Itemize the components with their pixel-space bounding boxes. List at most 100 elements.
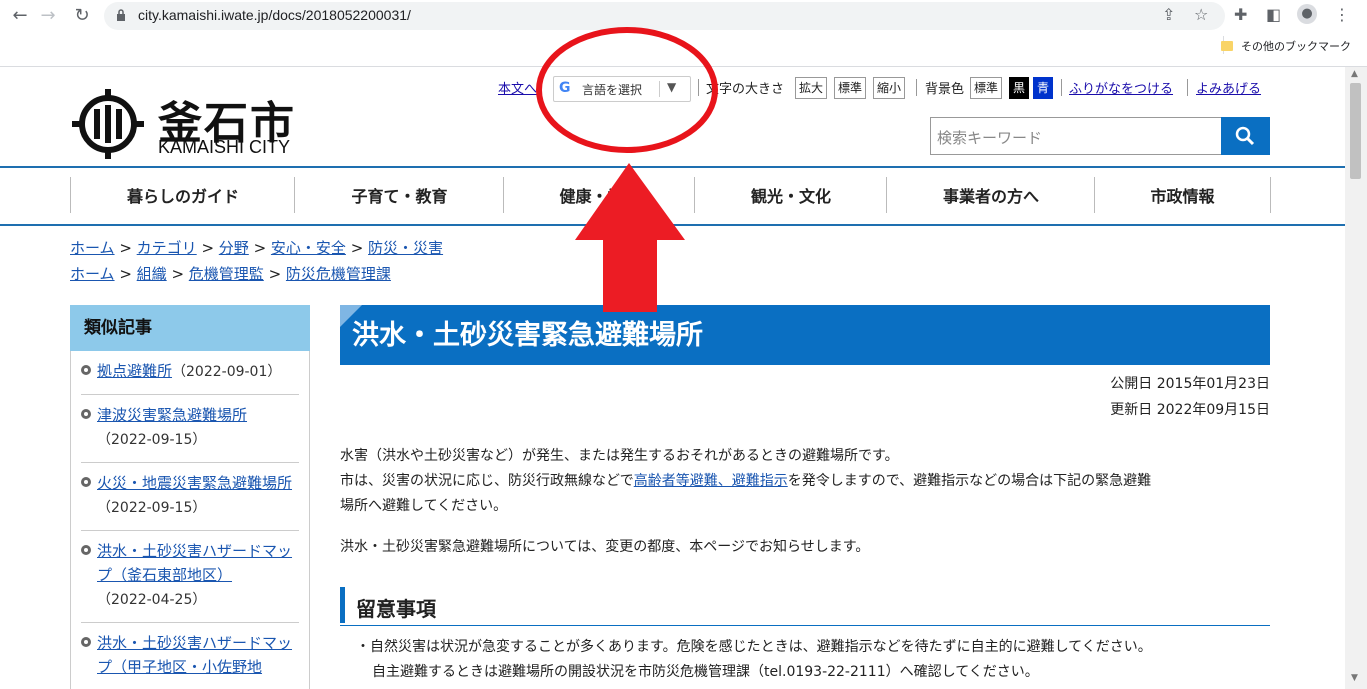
breadcrumb: ホーム > カテゴリ > 分野 > 安心・安全 > 防災・災害 bbox=[70, 239, 444, 257]
city-emblem-icon bbox=[72, 89, 144, 159]
published-date: 公開日 2015年01月23日 bbox=[1110, 376, 1270, 392]
bg-standard-button[interactable]: 標準 bbox=[970, 77, 1003, 99]
sidebar-title: 類似記事 bbox=[70, 305, 310, 351]
util-separator bbox=[1061, 79, 1062, 96]
bg-color-label: 背景色 bbox=[925, 82, 965, 97]
bookmark-other-label: その他のブックマーク bbox=[1241, 41, 1351, 53]
dropdown-arrow-icon: ▼ bbox=[667, 80, 677, 94]
list-item: 津波災害緊急避難場所 （2022-09-15） bbox=[81, 395, 299, 463]
font-standard-button[interactable]: 標準 bbox=[834, 77, 867, 99]
util-separator bbox=[698, 79, 699, 96]
updated-date: 更新日 2022年09月15日 bbox=[1110, 402, 1270, 418]
notice-paragraph: 洪水・土砂災害緊急避難場所については、変更の都度、本ページでお知らせします。 bbox=[340, 539, 870, 555]
page-scrollbar[interactable]: ▲ ▼ bbox=[1345, 67, 1367, 689]
intro-line: 市は、災害の状況に応じ、防災行政無線などで高齢者等避難、避難指示を発令しますので… bbox=[340, 469, 1270, 494]
article-link[interactable]: 洪水・土砂災害ハザードマップ（甲子地区・小佐野地 bbox=[97, 634, 292, 676]
scroll-up-icon[interactable]: ▲ bbox=[1351, 69, 1358, 79]
browser-chrome: ← → ↻ city.kamaishi.iwate.jp/docs/201805… bbox=[0, 0, 1367, 67]
article-date: （2022-09-15） bbox=[97, 432, 207, 448]
font-larger-button[interactable]: 拡大 bbox=[795, 77, 828, 99]
sidebar-list: 拠点避難所（2022-09-01） 津波災害緊急避難場所 （2022-09-15）… bbox=[70, 351, 310, 689]
url-text: city.kamaishi.iwate.jp/docs/201805220003… bbox=[138, 7, 411, 23]
furigana-link[interactable]: ふりがなをつける bbox=[1069, 78, 1173, 97]
intro-line: 場所へ避難してください。 bbox=[340, 498, 508, 514]
note-line: ・自然災害は状況が急変することが多くあります。危険を感じたときは、避難指示などを… bbox=[356, 639, 1152, 655]
article-date: （2022-09-15） bbox=[97, 500, 207, 516]
forward-icon[interactable]: → bbox=[36, 4, 60, 28]
font-smaller-button[interactable]: 縮小 bbox=[873, 77, 906, 99]
nav-item-city-admin[interactable]: 市政情報 bbox=[1094, 177, 1271, 213]
header-divider bbox=[0, 166, 1345, 168]
bg-blue-button[interactable]: 青 bbox=[1033, 77, 1054, 99]
breadcrumb-link[interactable]: 組織 bbox=[137, 265, 167, 283]
article-date: （2022-04-25） bbox=[97, 592, 207, 608]
back-icon[interactable]: ← bbox=[8, 4, 32, 28]
intro-line: 水害（洪水や土砂災害など）が発生、または発生するおそれがあるときの避難場所です。 bbox=[340, 448, 899, 464]
bullet-icon bbox=[81, 409, 91, 419]
page-title: 洪水・土砂災害緊急避難場所 bbox=[352, 320, 703, 351]
logo-name-en: KAMAISHI CITY bbox=[158, 137, 291, 157]
intro-text: 市は、災害の状況に応じ、防災行政無線などで bbox=[340, 473, 634, 489]
intro-paragraph: 水害（洪水や土砂災害など）が発生、または発生するおそれがあるときの避難場所です。… bbox=[340, 444, 1270, 519]
skip-to-content-link[interactable]: 本文へ bbox=[498, 78, 537, 97]
share-icon[interactable]: ⇪ bbox=[1162, 5, 1175, 24]
nav-divider bbox=[0, 224, 1345, 226]
bullet-icon bbox=[81, 365, 91, 375]
web-page: 釜石市 KAMAISHI CITY 本文へ G 言語を選択 ▼ 文字の大きさ 拡… bbox=[0, 67, 1345, 689]
breadcrumb-link[interactable]: 危機管理監 bbox=[189, 265, 264, 283]
breadcrumb-link[interactable]: カテゴリ bbox=[137, 239, 197, 257]
folder-icon bbox=[1221, 41, 1233, 51]
read-aloud-link[interactable]: よみあげる bbox=[1196, 78, 1261, 97]
bookmark-star-icon[interactable]: ☆ bbox=[1194, 5, 1208, 24]
side-panel-icon[interactable]: ◧ bbox=[1266, 5, 1281, 24]
bookmark-other[interactable]: その他のブックマーク bbox=[1221, 38, 1351, 54]
breadcrumb-link[interactable]: ホーム bbox=[70, 239, 115, 257]
article-date: （2022-09-01） bbox=[172, 364, 282, 380]
article-link[interactable]: 拠点避難所 bbox=[97, 362, 172, 380]
scroll-down-icon[interactable]: ▼ bbox=[1351, 673, 1358, 683]
font-size-label: 文字の大きさ bbox=[706, 82, 785, 97]
search-input[interactable]: 検索キーワード bbox=[930, 117, 1222, 155]
section-heading-text: 留意事項 bbox=[356, 597, 436, 621]
section-heading: 留意事項 bbox=[340, 585, 1270, 626]
article-link[interactable]: 津波災害緊急避難場所 bbox=[97, 406, 247, 424]
address-bar[interactable]: city.kamaishi.iwate.jp/docs/201805220003… bbox=[104, 2, 1225, 30]
evacuation-info-link[interactable]: 高齢者等避難、避難指示 bbox=[634, 473, 788, 489]
heading-accent-bar bbox=[340, 587, 345, 623]
similar-articles-sidebar: 類似記事 拠点避難所（2022-09-01） 津波災害緊急避難場所 （2022-0… bbox=[70, 305, 310, 689]
google-translate-select[interactable]: G 言語を選択 ▼ bbox=[553, 76, 691, 102]
bullet-icon bbox=[81, 545, 91, 555]
nav-item-tourism[interactable]: 観光・文化 bbox=[694, 177, 887, 213]
breadcrumb-link[interactable]: 防災危機管理課 bbox=[286, 265, 391, 283]
nav-item-business[interactable]: 事業者の方へ bbox=[886, 177, 1095, 213]
util-separator bbox=[916, 79, 917, 96]
breadcrumb-link[interactable]: 分野 bbox=[219, 239, 249, 257]
nav-item-health[interactable]: 健康・福祉 bbox=[503, 177, 695, 213]
reload-icon[interactable]: ↻ bbox=[70, 4, 94, 28]
lock-icon bbox=[117, 9, 125, 21]
bullet-icon bbox=[81, 477, 91, 487]
search-button[interactable] bbox=[1221, 117, 1270, 155]
nav-item-living[interactable]: 暮らしのガイド bbox=[70, 177, 295, 213]
bg-black-button[interactable]: 黒 bbox=[1009, 77, 1030, 99]
translate-label: 言語を選択 bbox=[582, 83, 643, 97]
list-item: 洪水・土砂災害ハザードマップ（釜石東部地区） （2022-04-25） bbox=[81, 531, 299, 623]
breadcrumb-link[interactable]: 安心・安全 bbox=[271, 239, 346, 257]
breadcrumb: ホーム > 組織 > 危機管理監 > 防災危機管理課 bbox=[70, 265, 391, 283]
breadcrumb-link[interactable]: ホーム bbox=[70, 265, 115, 283]
nav-item-childcare[interactable]: 子育て・教育 bbox=[294, 177, 504, 213]
list-item: 洪水・土砂災害ハザードマップ（甲子地区・小佐野地 bbox=[81, 623, 299, 689]
translate-separator bbox=[659, 81, 660, 97]
menu-dots-icon[interactable]: ⋮ bbox=[1334, 5, 1350, 24]
note-line: 自主避難するときは避難場所の開設状況を市防災危機管理課（tel.0193-22-… bbox=[372, 664, 1039, 680]
scroll-thumb[interactable] bbox=[1350, 83, 1361, 179]
profile-avatar-icon[interactable]: ● bbox=[1297, 4, 1317, 24]
intro-text: を発令しますので、避難指示などの場合は下記の緊急避難 bbox=[787, 473, 1152, 489]
breadcrumb-link[interactable]: 防災・災害 bbox=[368, 239, 443, 257]
article-link[interactable]: 火災・地震災害緊急避難場所 bbox=[97, 474, 292, 492]
extensions-icon[interactable]: ✚ bbox=[1234, 5, 1247, 24]
global-nav: 暮らしのガイド 子育て・教育 健康・福祉 観光・文化 事業者の方へ 市政情報 bbox=[70, 177, 1271, 213]
article-link[interactable]: 洪水・土砂災害ハザードマップ（釜石東部地区） bbox=[97, 542, 292, 584]
util-separator bbox=[1187, 79, 1188, 96]
site-logo[interactable]: 釜石市 KAMAISHI CITY bbox=[70, 87, 310, 159]
